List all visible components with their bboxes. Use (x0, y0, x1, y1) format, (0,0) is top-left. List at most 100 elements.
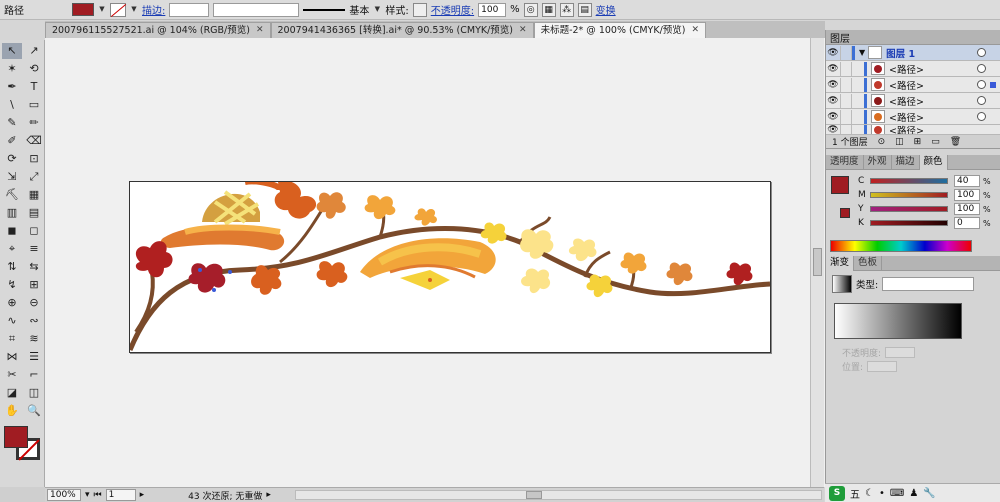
lock-toggle[interactable] (840, 125, 852, 134)
pen-tool-icon[interactable]: ✒ (2, 79, 22, 95)
tab-color[interactable]: 颜色 (919, 154, 948, 170)
ime-logo-icon[interactable]: S (829, 485, 845, 501)
status-menu-icon[interactable]: ▸ (266, 490, 271, 500)
black-slider[interactable] (870, 220, 948, 226)
path-name[interactable]: <路径> (889, 78, 977, 92)
stroke-color-swatch[interactable] (110, 2, 126, 17)
tab-appearance[interactable]: 外观 (864, 154, 892, 170)
blend-tool-icon[interactable]: ◻ (24, 223, 44, 239)
layers-panel-title[interactable]: 图层 (830, 30, 850, 45)
eraser-tool-icon[interactable]: ⌫ (24, 133, 44, 149)
yellow-value[interactable]: 100 (954, 203, 980, 215)
trash-icon[interactable]: 🗑 (950, 137, 961, 147)
chevron-down-icon[interactable]: ▼ (130, 3, 138, 16)
scroll-thumb[interactable] (813, 248, 822, 276)
tab-document-1[interactable]: 200796115527521.ai @ 104% (RGB/预览) ✕ (45, 22, 271, 38)
layer-row[interactable]: 👁 <路径> (826, 61, 1000, 77)
eye-icon[interactable]: 👁 (826, 96, 840, 106)
locate-object-icon[interactable]: ⊙ (878, 137, 886, 147)
print-tiling-tool-icon[interactable]: ☰ (24, 349, 44, 365)
close-icon[interactable]: ✕ (691, 23, 699, 38)
rectangle-tool-icon[interactable]: ▭ (24, 97, 44, 113)
anchor-tool-icon[interactable]: ↯ (2, 277, 22, 293)
width-tool-icon[interactable]: ⇅ (2, 259, 22, 275)
style-swatch[interactable] (412, 2, 427, 17)
stroke-weight-input[interactable] (169, 2, 210, 17)
new-layer-icon[interactable]: ▭ (931, 137, 940, 147)
tab-document-2[interactable]: 2007941436365 [转换].ai* @ 90.53% (CMYK/预览… (270, 22, 534, 38)
path-name[interactable]: <路径> (889, 62, 977, 76)
wrench-icon[interactable]: 🔧 (923, 488, 935, 499)
opacity-input[interactable]: 100 (478, 2, 507, 17)
chevron-down-icon[interactable]: ▼ (859, 48, 865, 57)
fill-swatch[interactable] (831, 176, 849, 194)
gradient-slider[interactable] (834, 303, 962, 339)
lock-toggle[interactable] (840, 45, 852, 60)
lock-toggle[interactable] (840, 61, 852, 76)
lasso-tool-icon[interactable]: ⟲ (24, 61, 44, 77)
eyedropper-tool-icon[interactable]: ◼ (2, 223, 22, 239)
new-sublayer-icon[interactable]: ⊞ (914, 137, 922, 147)
screen-mode-icon[interactable]: ◪ (2, 385, 22, 401)
tab-swatches[interactable]: 色板 (854, 255, 883, 271)
layer-row[interactable]: 👁 <路径> (826, 109, 1000, 125)
scroll-thumb[interactable] (525, 491, 542, 499)
fill-color-swatch[interactable] (72, 3, 94, 16)
tab-gradient[interactable]: 渐变 (826, 255, 855, 271)
eye-icon[interactable]: 👁 (826, 48, 840, 58)
twirl-tool-icon[interactable]: ∿ (2, 313, 22, 329)
selection-tool-icon[interactable]: ↖ (2, 43, 22, 59)
moon-icon[interactable]: ☾ (865, 488, 874, 499)
tab-document-3[interactable]: 未标题-2* @ 100% (CMYK/预览) ✕ (533, 22, 707, 38)
wave-tool-icon[interactable]: ≋ (24, 331, 44, 347)
scale-tool-icon[interactable]: ⊡ (24, 151, 44, 167)
symbol-sprayer-tool-icon[interactable]: ⌖ (2, 241, 22, 257)
paintbrush-tool-icon[interactable]: ✎ (2, 115, 22, 131)
graph-tool-icon[interactable]: ⌗ (2, 331, 22, 347)
keyboard-icon[interactable]: ⌨ (890, 488, 904, 499)
brush-label[interactable]: 基本 (349, 2, 369, 17)
zoom-tool-icon[interactable]: 🔍 (24, 403, 44, 419)
location-input[interactable] (867, 360, 898, 372)
cyan-value[interactable]: 40 (954, 175, 980, 187)
variable-width-profile[interactable] (213, 2, 300, 17)
slice-tool-icon[interactable]: ⊖ (24, 295, 44, 311)
knife-tool-icon[interactable]: ⌐ (24, 367, 44, 383)
yellow-slider[interactable] (870, 206, 948, 212)
target-icon[interactable] (977, 112, 986, 121)
gradient-type-select[interactable] (882, 277, 975, 291)
recolor-icon[interactable]: ◎ (523, 2, 538, 17)
line-tool-icon[interactable]: \ (2, 97, 22, 113)
options-icon[interactable]: ▤ (577, 2, 592, 17)
hand-tool-icon[interactable]: ✋ (2, 403, 22, 419)
eye-icon[interactable]: 👁 (826, 112, 840, 122)
black-value[interactable]: 0 (954, 217, 980, 229)
path-name[interactable]: <路径> (889, 125, 1000, 135)
warp-tool-icon[interactable]: ⇲ (2, 169, 22, 185)
close-icon[interactable]: ✕ (519, 23, 527, 38)
eye-icon[interactable]: 👁 (826, 64, 840, 74)
first-page-icon[interactable]: ⏮ (94, 490, 102, 500)
target-icon[interactable] (977, 64, 986, 73)
layer-row[interactable]: 👁 <路径> (826, 77, 1000, 93)
cyan-slider[interactable] (870, 178, 948, 184)
fill-swatch[interactable] (4, 426, 28, 448)
path-name[interactable]: <路径> (889, 110, 977, 124)
floral-branch-artwork[interactable] (130, 182, 772, 354)
layer-name[interactable]: 图层 1 (886, 46, 977, 60)
lock-toggle[interactable] (840, 109, 852, 124)
make-clipping-mask-icon[interactable]: ◫ (895, 137, 904, 147)
user-icon[interactable]: ♟ (909, 488, 918, 499)
transform-link[interactable]: 变换 (596, 2, 616, 17)
dot-icon[interactable]: • (879, 488, 885, 499)
artboard-tool-icon[interactable]: ⊞ (24, 277, 44, 293)
stroke-swatch[interactable] (840, 208, 850, 218)
artboard[interactable] (129, 181, 771, 353)
fill-stroke-indicator[interactable] (2, 426, 42, 466)
column-graph-tool-icon[interactable]: ≡ (24, 241, 44, 257)
eye-icon[interactable]: 👁 (826, 80, 840, 90)
next-page-icon[interactable]: ▸ (140, 490, 145, 500)
target-icon[interactable] (977, 80, 986, 89)
target-icon[interactable] (977, 48, 986, 57)
color-spectrum[interactable] (830, 240, 972, 252)
